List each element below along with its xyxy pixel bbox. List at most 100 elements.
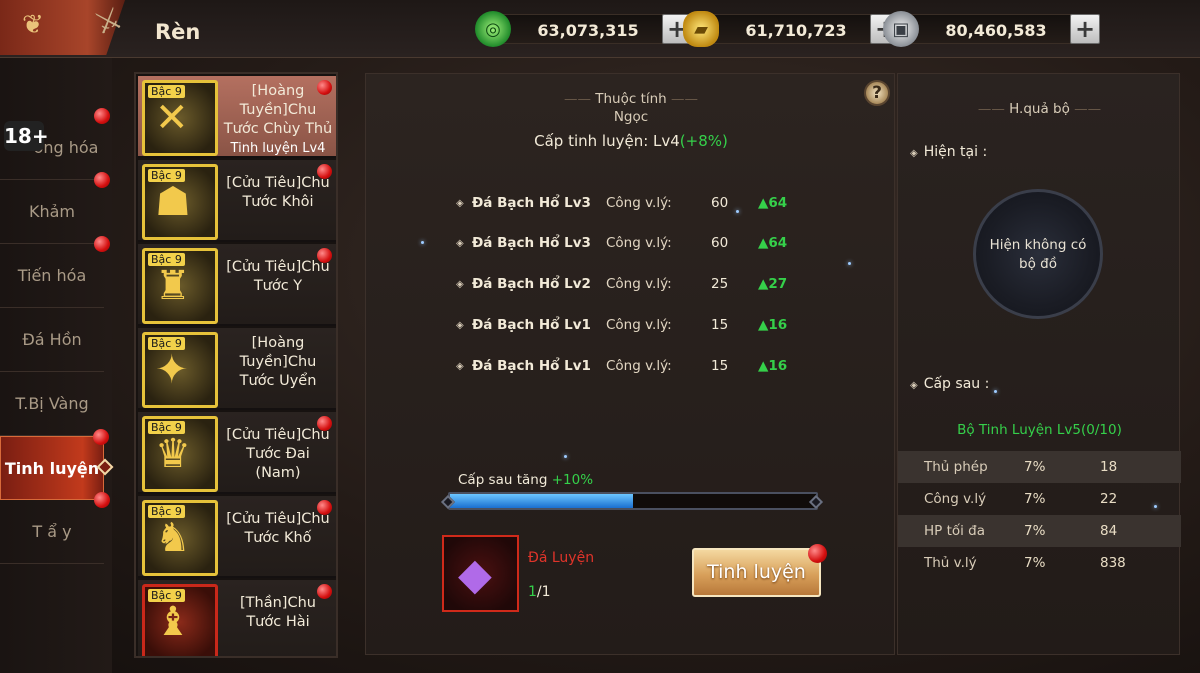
no-set-line1: Hiện không có <box>989 237 1087 253</box>
crystal-icon: ◆ <box>458 549 492 600</box>
refine-button[interactable]: Tinh luyện <box>692 544 827 597</box>
divider-icon: —— <box>977 101 1005 117</box>
item-name: [Hoàng Tuyền]Chu Tước Chùy Thủ Tinh luyện… <box>222 82 334 158</box>
current-label: ◈ Hiện tại : <box>910 144 987 160</box>
nav-item-da-hon[interactable]: Đá Hồn <box>0 308 104 372</box>
add-silver-button[interactable]: + <box>1070 14 1100 44</box>
rank-tag: Bậc 9 <box>148 589 185 602</box>
bracer-icon: ✦ <box>155 347 189 393</box>
age-rating-badge: 18+ <box>4 121 49 151</box>
no-set-text: Hiện không có bộ đồ <box>976 236 1100 274</box>
next-gain: Cấp sau tăng +10% <box>458 472 593 488</box>
material-slot[interactable]: ◆ <box>442 535 519 612</box>
nav-label: Tiến hóa <box>17 266 87 285</box>
bonus-name: Thủ phép <box>924 459 988 475</box>
equipment-item[interactable]: ✦ Bậc 9 [Hoàng Tuyền]Chu Tước Uyển <box>138 328 336 410</box>
gem-stat-row: ◈ Đá Bạch Hổ Lv3 Công v.lý: 60 ▲64 <box>456 235 876 259</box>
attribute-title-line2: Ngọc <box>613 109 649 125</box>
stat-name: Công v.lý: <box>606 317 672 333</box>
equipment-item[interactable]: ♛ Bậc 9 [Cửu Tiêu]Chu Tước Đai (Nam) <box>138 412 336 494</box>
bonus-value: 838 <box>1100 555 1126 571</box>
stat-value: 15 <box>711 317 729 333</box>
bonus-percent: 7% <box>1024 491 1046 507</box>
stat-upgrade: ▲64 <box>758 235 787 251</box>
refine-level: Cấp tinh luyện: Lv4(+8%) <box>366 132 896 150</box>
gem-stat-row: ◈ Đá Bạch Hổ Lv1 Công v.lý: 15 ▲16 <box>456 358 876 382</box>
item-name: [Cửu Tiêu]Chu Tước Y <box>226 259 330 294</box>
notification-dot <box>94 236 110 252</box>
equipment-item[interactable]: ♜ Bậc 9 [Cửu Tiêu]Chu Tước Y <box>138 244 336 326</box>
help-icon[interactable]: ? <box>864 80 890 106</box>
nav-label: Khảm <box>28 202 76 221</box>
next-gain-value: +10% <box>551 472 594 488</box>
equipment-item[interactable]: ♞ Bậc 9 [Cửu Tiêu]Chu Tước Khố <box>138 496 336 578</box>
nav-label: T ẩ y <box>32 522 72 541</box>
item-refine-level: Tinh luyện Lv4 <box>230 141 326 156</box>
nav-item-tay[interactable]: T ẩ y <box>0 492 110 564</box>
gold-ingot-icon: ▰ <box>683 11 719 47</box>
currency-gold: ▰ 61,710,723 + <box>683 11 900 47</box>
attribute-title-line1: Thuộc tính <box>595 91 667 107</box>
sparkle-icon <box>421 241 424 244</box>
next-set-name: Bộ Tinh Luyện Lv5(0/10) <box>957 422 1122 438</box>
diamond-bullet-icon: ◈ <box>456 361 464 372</box>
equipment-item[interactable]: ✕ Bậc 9 [Hoàng Tuyền]Chu Tước Chùy Thủ Tin… <box>138 76 336 158</box>
stat-value: 25 <box>711 276 729 292</box>
nav-item-tbi-vang[interactable]: T.Bị Vàng <box>0 372 104 436</box>
item-name: [Hoàng Tuyền]Chu Tước Uyển <box>239 335 317 389</box>
next-level-label: ◈ Cấp sau : <box>910 376 989 392</box>
stat-upgrade-value: 16 <box>768 358 788 374</box>
nav-item-kham[interactable]: Khảm <box>0 172 110 244</box>
silver-coin-icon: ▣ <box>883 11 919 47</box>
divider-icon: —— <box>671 91 699 107</box>
stat-upgrade-value: 64 <box>768 235 788 251</box>
rank-tag: Bậc 9 <box>148 421 185 434</box>
progress-fill <box>450 494 633 508</box>
sparkle-icon <box>848 262 851 265</box>
bonus-row: Thủ v.lý 7% 838 <box>898 547 1181 579</box>
top-bar: ❦ ⚔ Rèn ◎ 63,073,315 + ▰ 61,710,723 + ▣ … <box>0 0 1200 58</box>
sparkle-icon <box>564 455 567 458</box>
refine-progress-bar <box>448 492 818 510</box>
stat-upgrade: ▲16 <box>758 358 787 374</box>
gem-name: Đá Bạch Hổ Lv1 <box>472 358 591 374</box>
rank-tag: Bậc 9 <box>148 253 185 266</box>
diamond-bullet-icon: ◈ <box>456 198 464 209</box>
currency-value: 80,460,583 <box>945 21 1047 40</box>
armor-icon: ♜ <box>155 263 191 309</box>
currency-value: 61,710,723 <box>745 21 847 40</box>
set-bonus-title: —— H.quả bộ —— <box>898 101 1181 117</box>
equipment-list: ✕ Bậc 9 [Hoàng Tuyền]Chu Tước Chùy Thủ Tin… <box>134 72 338 658</box>
nav-item-tinh-luyen[interactable]: Tinh luyện <box>0 429 114 500</box>
notification-dot <box>94 108 110 124</box>
stat-name: Công v.lý: <box>606 235 672 251</box>
notification-dot <box>93 429 109 445</box>
gem-name: Đá Bạch Hổ Lv3 <box>472 235 591 251</box>
bonus-row: Thủ phép 7% 18 <box>898 451 1181 483</box>
diamond-bullet-icon: ◈ <box>456 320 464 331</box>
nav-item-tien-hoa[interactable]: Tiến hóa <box>0 236 110 308</box>
notification-dot <box>94 172 110 188</box>
next-gain-label: Cấp sau tăng <box>458 472 548 488</box>
diamond-bullet-icon: ◈ <box>456 279 464 290</box>
material-count: 1/1 <box>528 584 551 600</box>
equipment-item[interactable]: ☗ Bậc 9 [Cửu Tiêu]Chu Tước Khôi <box>138 160 336 242</box>
rank-tag: Bậc 9 <box>148 505 185 518</box>
notification-dot <box>317 80 332 95</box>
item-thumbnail: ✕ Bậc 9 <box>142 80 218 156</box>
material-have: 1 <box>528 584 537 600</box>
diamond-bullet-icon: ◈ <box>456 238 464 249</box>
material-name: Đá Luyện <box>528 550 595 566</box>
notification-dot <box>317 416 332 431</box>
refine-panel: ? —— Thuộc tính —— Ngọc Cấp tinh luyện: … <box>365 73 895 655</box>
up-arrow-icon: ▲ <box>758 235 769 251</box>
bonus-row: Công v.lý 7% 22 <box>898 483 1181 515</box>
notification-dot <box>94 492 110 508</box>
material-need: /1 <box>536 584 551 600</box>
dagger-icon: ✕ <box>155 95 189 141</box>
equipment-item[interactable]: ♝ Bậc 9 [Thần]Chu Tước Hài <box>138 580 336 656</box>
pants-icon: ♞ <box>155 515 191 561</box>
no-set-line2: bộ đồ <box>1019 256 1057 272</box>
currency-value: 63,073,315 <box>537 21 639 40</box>
item-thumbnail: ♞ Bậc 9 <box>142 500 218 576</box>
